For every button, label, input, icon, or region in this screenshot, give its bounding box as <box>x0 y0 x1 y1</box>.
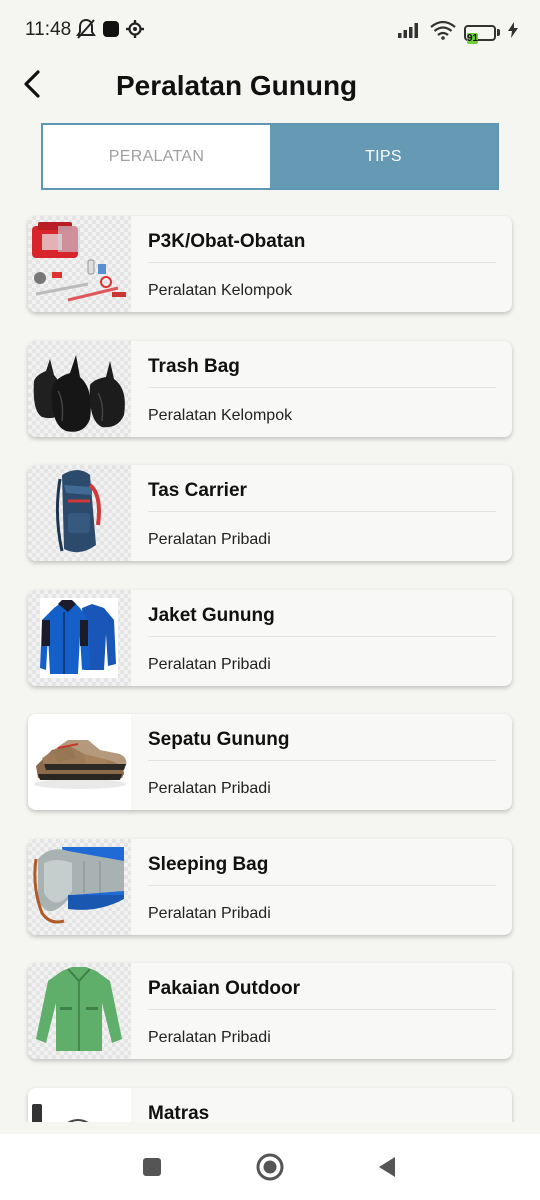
back-triangle-icon <box>375 1155 399 1184</box>
charging-icon <box>508 22 518 43</box>
home-circle-icon <box>256 1153 284 1186</box>
backpack-image <box>28 465 131 561</box>
app-bar: Peralatan Gunung <box>0 62 540 112</box>
item-subtitle: Peralatan Pribadi <box>148 531 271 548</box>
divider <box>148 760 496 761</box>
item-title: Tas Carrier <box>148 480 247 501</box>
item-subtitle: Peralatan Kelompok <box>148 407 293 424</box>
signal-icon <box>398 22 422 43</box>
list-item[interactable]: P3K/Obat-Obatan Peralatan Kelompok <box>28 216 512 312</box>
app-square-icon <box>102 20 120 43</box>
item-title: Pakaian Outdoor <box>148 978 301 999</box>
mattress-image <box>28 1088 131 1122</box>
battery-level: 91 <box>467 32 479 44</box>
item-title: Matras <box>148 1103 210 1122</box>
tab-peralatan[interactable]: PERALATAN <box>43 125 270 188</box>
status-time: 11:48 <box>25 19 72 40</box>
system-nav-bar <box>0 1134 540 1200</box>
tab-tips[interactable]: TIPS <box>270 125 497 188</box>
item-subtitle: Peralatan Pribadi <box>148 656 271 673</box>
equipment-list: P3K/Obat-Obatan Peralatan Kelompok Trash… <box>0 215 540 1122</box>
divider <box>148 636 496 637</box>
back-button[interactable] <box>14 68 50 104</box>
list-item[interactable]: Tas Carrier Peralatan Pribadi <box>28 465 512 561</box>
jackets-image <box>28 590 131 686</box>
status-bar: 11:48 91 <box>0 0 540 62</box>
trash-bags-image <box>28 341 131 437</box>
tab-bar: PERALATAN TIPS <box>41 123 499 190</box>
list-item[interactable]: Pakaian Outdoor Peralatan Pribadi <box>28 963 512 1059</box>
item-subtitle: Peralatan Pribadi <box>148 905 271 922</box>
first-aid-kit-image <box>28 216 131 312</box>
item-subtitle: Peralatan Pribadi <box>148 1029 271 1046</box>
back-nav-button[interactable] <box>372 1154 402 1184</box>
bell-off-icon <box>76 18 96 45</box>
chevron-left-icon <box>22 69 42 104</box>
home-button[interactable] <box>255 1153 285 1186</box>
list-item[interactable]: Sepatu Gunung Peralatan Pribadi <box>28 714 512 810</box>
battery-icon: 91 <box>464 24 500 44</box>
hiking-shoes-image <box>28 714 131 810</box>
item-title: P3K/Obat-Obatan <box>148 231 306 252</box>
item-subtitle: Peralatan Kelompok <box>148 282 293 299</box>
sleeping-bag-image <box>28 839 131 935</box>
item-title: Sleeping Bag <box>148 854 269 875</box>
divider <box>148 387 496 388</box>
list-item[interactable]: Sleeping Bag Peralatan Pribadi <box>28 839 512 935</box>
divider <box>148 1009 496 1010</box>
list-item[interactable]: Matras <box>28 1088 512 1122</box>
divider <box>148 885 496 886</box>
wifi-icon <box>430 20 456 45</box>
divider <box>148 511 496 512</box>
item-title: Sepatu Gunung <box>148 729 290 750</box>
recents-button[interactable] <box>137 1154 167 1184</box>
list-item[interactable]: Jaket Gunung Peralatan Pribadi <box>28 590 512 686</box>
item-title: Trash Bag <box>148 356 240 377</box>
page-title: Peralatan Gunung <box>116 70 358 101</box>
green-jacket-image <box>28 963 131 1059</box>
list-item[interactable]: Trash Bag Peralatan Kelompok <box>28 341 512 437</box>
recents-square-icon <box>141 1156 163 1183</box>
divider <box>148 262 496 263</box>
item-subtitle: Peralatan Pribadi <box>148 780 271 797</box>
item-title: Jaket Gunung <box>148 605 275 626</box>
gear-icon <box>126 20 144 43</box>
